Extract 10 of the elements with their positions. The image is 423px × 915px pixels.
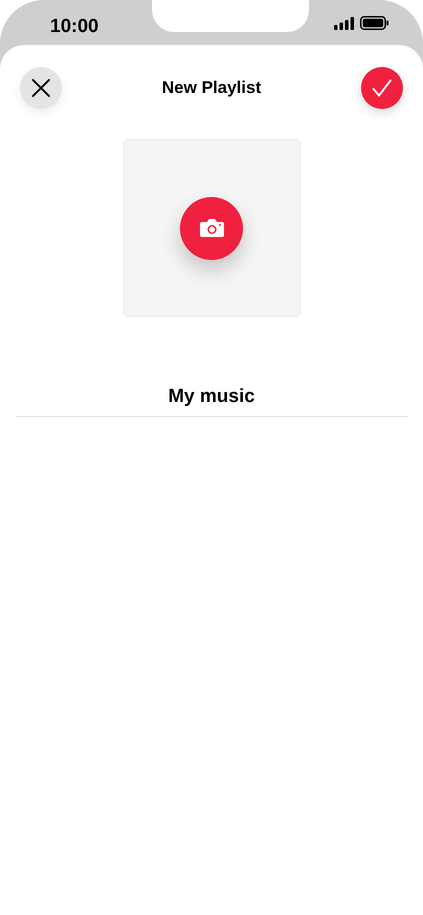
camera-icon bbox=[198, 218, 224, 238]
done-button[interactable] bbox=[361, 67, 403, 109]
close-icon bbox=[32, 79, 50, 97]
checkmark-icon bbox=[372, 79, 392, 97]
sheet-title: New Playlist bbox=[162, 77, 262, 100]
signal-icon bbox=[334, 16, 354, 30]
playlist-name-field[interactable]: My music bbox=[16, 377, 408, 417]
close-button[interactable] bbox=[20, 67, 62, 109]
status-time: 10:00 bbox=[50, 15, 99, 39]
battery-icon bbox=[360, 16, 389, 30]
